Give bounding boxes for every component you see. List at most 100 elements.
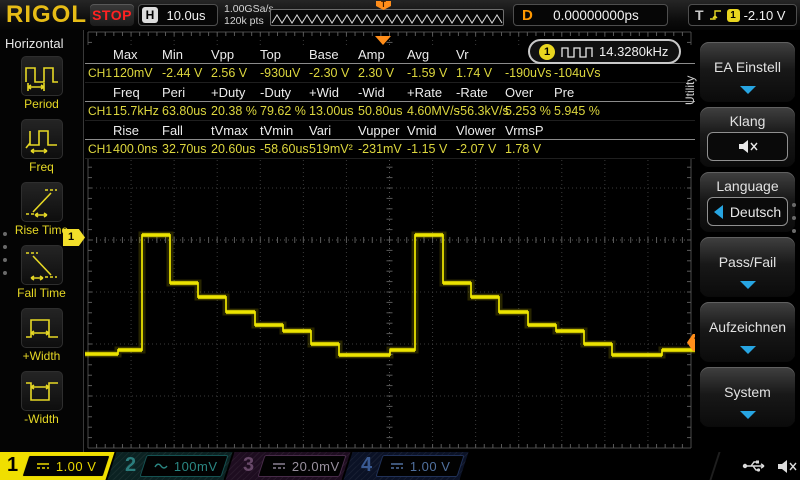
measure-header: Vpp xyxy=(211,47,235,62)
sound-mute-toggle[interactable] xyxy=(707,132,788,161)
measure-value: 1.74 V xyxy=(456,66,493,80)
measure-header: Top xyxy=(260,47,281,62)
menu-button-ea-einstell[interactable]: EA Einstell xyxy=(700,42,795,103)
waveform-overview-bar[interactable] xyxy=(270,9,504,26)
channel-1-scale: 1.00 V xyxy=(56,458,97,474)
delay-box[interactable]: D 0.00000000ps xyxy=(513,4,668,26)
measure-value: -104uVs xyxy=(554,66,601,80)
horizontal-icon: H xyxy=(142,7,158,23)
rising-edge-icon xyxy=(709,10,721,20)
measure-value: 50.80us xyxy=(358,104,403,118)
delay-value: 0.00000000ps xyxy=(553,7,639,23)
measure-header: Amp xyxy=(358,47,385,62)
acquisition-info: 1.00GSa/s 120k pts xyxy=(224,3,274,27)
speaker-muted-icon xyxy=(738,140,758,153)
period-icon xyxy=(24,67,58,91)
measure-value: 63.80us xyxy=(162,104,207,118)
statusbar-divider xyxy=(709,452,729,480)
horizontal-timebase-box[interactable]: H 10.0us xyxy=(138,4,218,26)
measure-header-row: Rise Fall tVmax tVmin Vari Vupper Vmid Vlower Vr… xyxy=(85,121,695,140)
measure-value: -2.44 V xyxy=(162,66,203,80)
oscilloscope-screen: RIGOL STOP H 10.0us 1.00GSa/s 120k pts T… xyxy=(0,0,800,480)
run-state-indicator[interactable]: STOP xyxy=(90,4,134,26)
measure-header: Over xyxy=(505,85,534,100)
sidebar-item-freq[interactable]: Freq xyxy=(20,119,63,179)
overview-zigzag-icon xyxy=(271,14,503,24)
measure-value: -231mV xyxy=(358,142,402,156)
channel-4-scale-box: 1.00 V xyxy=(375,455,465,477)
measure-value: 15.7kHz xyxy=(113,104,159,118)
measure-value: 20.60us xyxy=(211,142,256,156)
frequency-counter-badge: 1 14.3280kHz xyxy=(528,39,681,64)
measure-category-title[interactable]: Horizontal xyxy=(0,30,64,56)
dc-coupling-icon xyxy=(390,462,404,470)
channel-1-number: 1 xyxy=(7,454,19,476)
measure-header: -Wid xyxy=(358,85,385,100)
language-selector[interactable]: Deutsch xyxy=(707,197,788,226)
measure-header: tVmax xyxy=(211,123,248,138)
speaker-muted-icon xyxy=(778,459,797,473)
channel-4-tab[interactable]: 4 1.00 V xyxy=(343,452,469,480)
measure-channel-label: CH1 xyxy=(88,66,113,80)
measure-value: 2.56 V xyxy=(211,66,248,80)
usb-icon xyxy=(742,460,765,472)
measure-header: VrmsP xyxy=(505,123,544,138)
measure-header: -Rate xyxy=(456,85,488,100)
measure-header: Vmid xyxy=(407,123,437,138)
sample-rate: 1.00GSa/s xyxy=(224,3,274,15)
fall-time-icon xyxy=(25,252,57,281)
measure-value: 32.70us xyxy=(162,142,207,156)
measure-header: Fall xyxy=(162,123,183,138)
timebase-value: 10.0us xyxy=(166,7,206,23)
sidebar-item-minus-width[interactable]: -Width xyxy=(20,371,63,431)
channel-2-number: 2 xyxy=(125,454,137,476)
channel-2-tab[interactable]: 2 100mV xyxy=(107,452,233,480)
measure-channel-label: CH1 xyxy=(88,142,113,156)
dc-coupling-icon xyxy=(36,462,50,470)
sidebar-item-rise-time[interactable]: Rise Time xyxy=(15,182,68,242)
measure-value: -2.30 V xyxy=(309,66,350,80)
measure-value: -1.59 V xyxy=(407,66,448,80)
measure-value-row: CH1120mV -2.44 V 2.56 V -930uV -2.30 V 2.30 V… xyxy=(85,64,695,83)
menu-button-system[interactable]: System xyxy=(700,367,795,428)
top-status-bar: RIGOL STOP H 10.0us 1.00GSa/s 120k pts T… xyxy=(0,0,800,30)
menu-button-language[interactable]: Language Deutsch xyxy=(700,172,795,233)
menu-button-klang[interactable]: Klang xyxy=(700,107,795,168)
sidebar-item-fall-time[interactable]: Fall Time xyxy=(17,245,66,305)
channel-4-scale: 1.00 V xyxy=(410,458,451,474)
sidebar-item-period[interactable]: Period xyxy=(20,56,63,116)
trigger-box[interactable]: T 1 -2.10 V xyxy=(688,4,797,26)
measure-header: Avg xyxy=(407,47,430,62)
chevron-down-icon xyxy=(739,411,756,419)
rise-time-icon xyxy=(25,189,57,218)
measure-header: Vlower xyxy=(456,123,496,138)
menu-button-pass-fail[interactable]: Pass/Fail xyxy=(700,237,795,298)
measure-header: +Rate xyxy=(407,85,443,100)
plus-width-icon xyxy=(25,319,58,338)
measure-value: -58.60us xyxy=(260,142,309,156)
measure-value: -930uV xyxy=(260,66,301,80)
trigger-icon: T xyxy=(695,7,704,23)
channel-3-tab[interactable]: 3 20.0mV xyxy=(225,452,351,480)
trigger-position-marker-icon[interactable] xyxy=(375,36,391,45)
statusbar-icons xyxy=(742,457,798,475)
sidebar-item-plus-width[interactable]: +Width xyxy=(20,308,63,368)
dc-coupling-icon xyxy=(272,462,286,470)
channel-1-tab[interactable]: 1 1.00 V xyxy=(0,452,115,480)
measure-header: Freq xyxy=(113,85,140,100)
measure-value: -56.3kV/s xyxy=(456,104,509,118)
measure-value: -190uVs xyxy=(505,66,552,80)
measure-value: 79.62 % xyxy=(260,104,306,118)
chevron-down-icon xyxy=(739,86,756,94)
measure-header: -Duty xyxy=(260,85,292,100)
freq-icon xyxy=(24,130,57,154)
ac-coupling-icon xyxy=(154,462,168,470)
measure-value: 20.38 % xyxy=(211,104,257,118)
channel-4-number: 4 xyxy=(361,454,373,476)
measure-header: Peri xyxy=(162,85,186,100)
measure-header: Vr xyxy=(456,47,469,62)
measure-header: Vupper xyxy=(358,123,400,138)
menu-button-aufzeichnen[interactable]: Aufzeichnen xyxy=(700,302,795,363)
memory-depth: 120k pts xyxy=(224,15,264,27)
square-wave-icon xyxy=(561,46,593,58)
